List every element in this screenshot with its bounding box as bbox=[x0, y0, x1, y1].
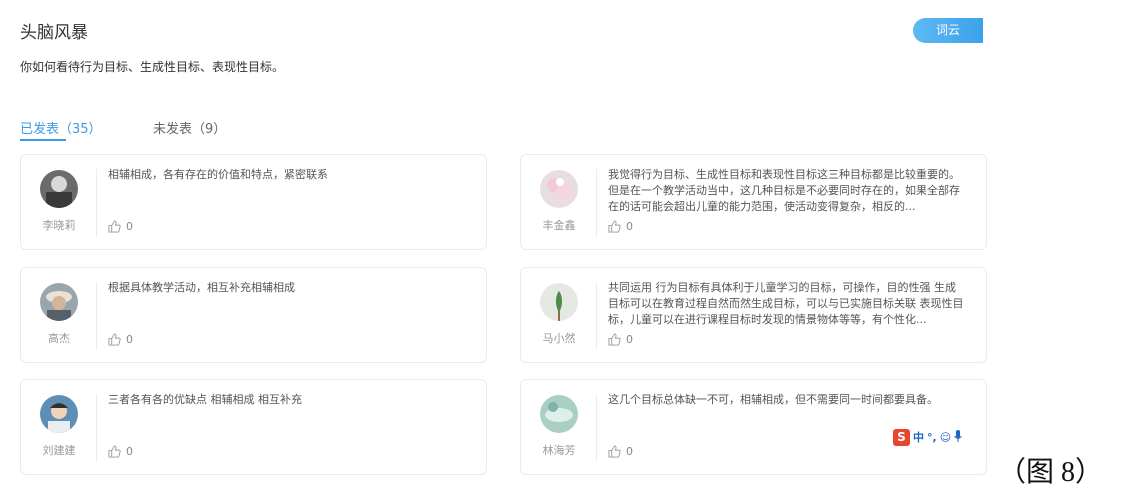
ime-punctuation-toggle[interactable]: °, bbox=[927, 431, 937, 444]
author-name: 李晓莉 bbox=[42, 219, 76, 232]
like-count: 0 bbox=[626, 445, 633, 458]
post-text: 三者各有各的优缺点 相辅相成 相互补充 bbox=[108, 393, 302, 406]
ime-toolbar[interactable]: S 中 °, ☺ bbox=[893, 428, 963, 446]
thumbs-up-icon bbox=[608, 445, 621, 458]
wordcloud-button[interactable]: 词云 bbox=[913, 18, 983, 43]
post-card: 刘建建 三者各有各的优缺点 相辅相成 相互补充 0 bbox=[20, 379, 487, 475]
author-name: 马小然 bbox=[542, 332, 576, 345]
figure-caption: （图 8） bbox=[998, 457, 1104, 488]
post-text: 这几个目标总体缺一不可，相辅相成，但不需要同一时间都要具备。 bbox=[608, 393, 938, 406]
author-name: 丰金鑫 bbox=[542, 219, 576, 232]
post-card: 李晓莉 相辅相成，各有存在的价值和特点，紧密联系 0 bbox=[20, 154, 487, 250]
like-button[interactable]: 0 bbox=[608, 220, 633, 233]
thumbs-up-icon bbox=[108, 220, 121, 233]
thumbs-up-icon bbox=[608, 333, 621, 346]
avatar[interactable] bbox=[40, 170, 78, 208]
tab-published[interactable]: 已发表（35） bbox=[20, 118, 102, 137]
avatar[interactable] bbox=[540, 283, 578, 321]
thumbs-up-icon bbox=[108, 445, 121, 458]
avatar[interactable] bbox=[40, 283, 78, 321]
post-card: 丰金鑫 我觉得行为目标、生成性目标和表现性目标这三种目标都是比较重要的。但是在一… bbox=[520, 154, 987, 250]
question-text: 你如何看待行为目标、生成性目标、表现性目标。 bbox=[20, 60, 285, 74]
like-button[interactable]: 0 bbox=[108, 445, 133, 458]
divider bbox=[96, 394, 97, 462]
microphone-icon[interactable] bbox=[954, 429, 963, 445]
post-text: 根据具体教学活动，相互补充相辅相成 bbox=[108, 281, 295, 294]
like-count: 0 bbox=[626, 333, 633, 346]
like-count: 0 bbox=[626, 220, 633, 233]
divider bbox=[96, 169, 97, 237]
author-name: 刘建建 bbox=[42, 444, 76, 457]
divider bbox=[596, 394, 597, 462]
author-name: 高杰 bbox=[48, 332, 70, 345]
thumbs-up-icon bbox=[108, 333, 121, 346]
divider bbox=[96, 282, 97, 350]
avatar[interactable] bbox=[40, 395, 78, 433]
like-button[interactable]: 0 bbox=[108, 333, 133, 346]
like-count: 0 bbox=[126, 445, 133, 458]
divider bbox=[596, 282, 597, 350]
like-button[interactable]: 0 bbox=[108, 220, 133, 233]
thumbs-up-icon bbox=[608, 220, 621, 233]
post-card: 马小然 共同运用 行为目标有具体利于儿童学习的目标，可操作，目的性强 生成目标可… bbox=[520, 267, 987, 363]
avatar[interactable] bbox=[540, 395, 578, 433]
author-name: 林海芳 bbox=[542, 444, 576, 457]
post-text: 我觉得行为目标、生成性目标和表现性目标这三种目标都是比较重要的。但是在一个教学活… bbox=[608, 168, 960, 213]
page-title: 头脑风暴 bbox=[20, 23, 88, 43]
sogou-logo-icon[interactable]: S bbox=[893, 428, 910, 446]
divider bbox=[596, 169, 597, 237]
like-button[interactable]: 0 bbox=[608, 333, 633, 346]
post-card: 林海芳 这几个目标总体缺一不可，相辅相成，但不需要同一时间都要具备。 0 bbox=[520, 379, 987, 475]
post-card: 高杰 根据具体教学活动，相互补充相辅相成 0 bbox=[20, 267, 487, 363]
tab-unpublished[interactable]: 未发表（9） bbox=[153, 118, 226, 137]
ime-language-toggle[interactable]: 中 bbox=[913, 429, 924, 445]
post-text: 相辅相成，各有存在的价值和特点，紧密联系 bbox=[108, 168, 328, 181]
like-count: 0 bbox=[126, 333, 133, 346]
avatar[interactable] bbox=[540, 170, 578, 208]
like-button[interactable]: 0 bbox=[608, 445, 633, 458]
like-count: 0 bbox=[126, 220, 133, 233]
post-text: 共同运用 行为目标有具体利于儿童学习的目标，可操作，目的性强 生成目标可以在教育… bbox=[608, 281, 964, 326]
smiley-icon[interactable]: ☺ bbox=[940, 431, 951, 444]
active-tab-indicator bbox=[20, 139, 66, 141]
